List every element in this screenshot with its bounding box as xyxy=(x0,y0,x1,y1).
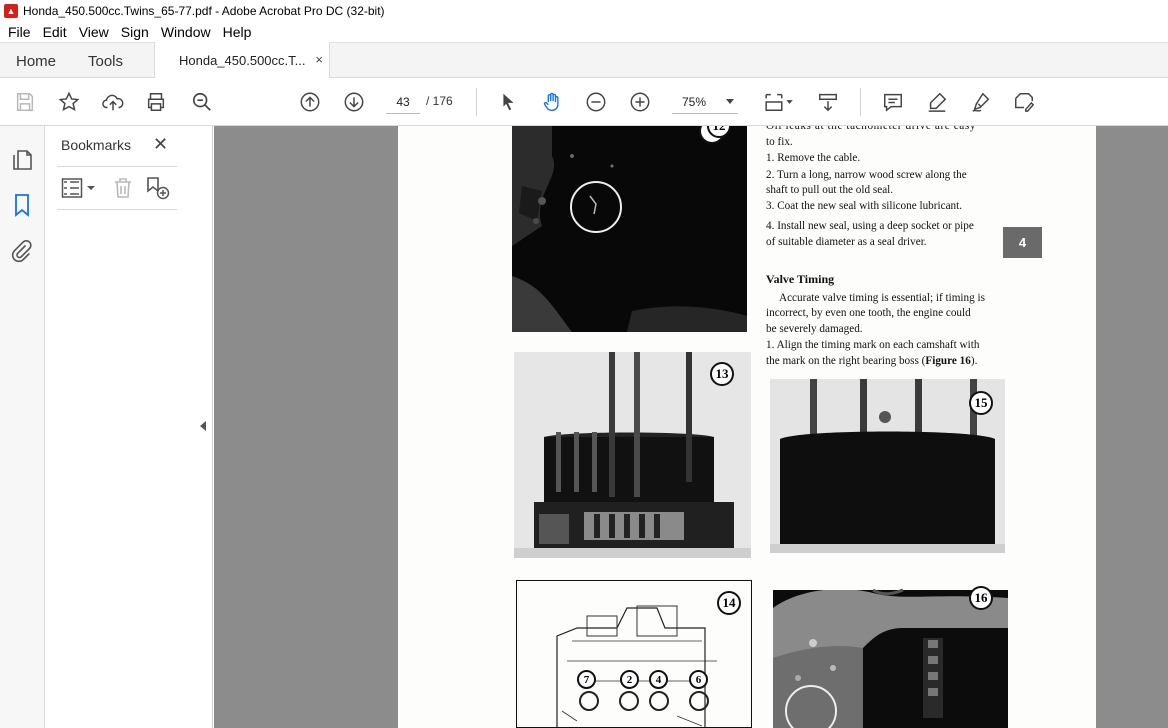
section-heading: Valve Timing xyxy=(766,272,835,286)
star-icon[interactable] xyxy=(57,90,81,114)
tab-home[interactable]: Home xyxy=(16,43,56,79)
select-cursor-icon[interactable] xyxy=(496,90,520,114)
zoom-in-icon[interactable] xyxy=(628,90,652,114)
next-page-icon[interactable] xyxy=(342,90,366,114)
print-icon[interactable] xyxy=(144,90,168,114)
pdf-page: 12 Oil leaks at the tachometer drive are… xyxy=(398,126,1096,728)
menu-sign[interactable]: Sign xyxy=(117,24,153,40)
close-panel-icon[interactable]: ✕ xyxy=(153,135,168,153)
callout-6: 6 xyxy=(689,670,708,689)
delete-bookmark-icon[interactable] xyxy=(111,176,135,200)
bookmark-options-icon[interactable] xyxy=(61,176,97,200)
figure-badge-15: 15 xyxy=(969,391,993,415)
tab-bar: Home Tools Honda_450.500cc.T... × xyxy=(0,42,1168,79)
zoom-search-icon[interactable] xyxy=(190,90,214,114)
chevron-down-icon xyxy=(726,99,734,104)
save-icon[interactable] xyxy=(13,90,37,114)
callout-4: 4 xyxy=(649,670,668,689)
divider xyxy=(57,209,177,210)
zoom-level-select[interactable]: 75% xyxy=(672,90,738,114)
fill-sign-icon[interactable] xyxy=(1012,90,1036,114)
title-bar: ▲ Honda_450.500cc.Twins_65-77.pdf - Adob… xyxy=(0,0,1168,22)
page-number-input[interactable] xyxy=(386,90,420,114)
step-2-cont: shaft to pull out the old seal. xyxy=(766,184,894,196)
chapter-tab: 4 xyxy=(1003,227,1042,258)
sign-pen-icon[interactable] xyxy=(969,90,993,114)
valve-timing-section: Valve Timing Accurate valve timing is es… xyxy=(766,272,1002,369)
paragraph-line: be severely damaged. xyxy=(766,322,863,335)
zoom-out-icon[interactable] xyxy=(584,90,608,114)
callout-2: 2 xyxy=(620,670,639,689)
attachment-icon[interactable] xyxy=(10,239,34,263)
collapse-panel-icon[interactable] xyxy=(200,421,206,431)
bookmarks-title: Bookmarks xyxy=(61,137,132,153)
close-tab-icon[interactable]: × xyxy=(315,52,323,67)
step-1: 1. Remove the cable. xyxy=(766,152,861,164)
menu-edit[interactable]: Edit xyxy=(39,24,71,40)
new-bookmark-icon[interactable] xyxy=(145,176,171,200)
previous-page-icon[interactable] xyxy=(298,90,322,114)
figure-badge-14: 14 xyxy=(717,591,741,615)
figure-14-diagram: 14 7 2 4 6 xyxy=(516,580,752,728)
text-line: to fix. xyxy=(766,135,793,148)
tab-document[interactable]: Honda_450.500cc.T... × xyxy=(154,42,330,79)
toolbar-divider xyxy=(860,88,861,116)
bookmarks-panel: Bookmarks ✕ xyxy=(45,126,213,728)
step-align-text: the mark on the right bearing boss ( xyxy=(766,354,926,367)
step-4-cont: of suitable diameter as a seal driver. xyxy=(766,235,927,248)
repair-text-block: Oil leaks at the tachometer drive are ea… xyxy=(766,126,1002,250)
step-align: 1. Align the timing mark on each camshaf… xyxy=(766,339,980,351)
text-partial-line: Oil leaks at the tachometer drive are ea… xyxy=(766,126,977,132)
menu-bar: File Edit View Sign Window Help xyxy=(0,22,1168,42)
hand-tool-icon[interactable] xyxy=(540,90,564,114)
step-align-end: ). xyxy=(970,354,978,367)
paragraph-line: incorrect, by even one tooth, the engine… xyxy=(766,307,971,319)
figure-15-photo: 15 xyxy=(770,379,1005,553)
menu-view[interactable]: View xyxy=(75,24,113,40)
tab-document-label: Honda_450.500cc.T... xyxy=(179,53,306,68)
window-title: Honda_450.500cc.Twins_65-77.pdf - Adobe … xyxy=(23,4,385,18)
page-thumbnails-icon[interactable] xyxy=(10,148,34,172)
menu-window[interactable]: Window xyxy=(157,24,215,40)
upload-cloud-icon[interactable] xyxy=(101,90,125,114)
comment-icon[interactable] xyxy=(881,90,905,114)
figure-12-photo: 12 xyxy=(512,126,747,332)
figure-13-photo: 13 xyxy=(514,352,751,558)
toolbar: / 176 75% xyxy=(0,78,1168,126)
zoom-level-value: 75% xyxy=(682,94,707,109)
step-align-cont: the mark on the right bearing boss (Figu… xyxy=(766,354,1002,370)
acrobat-app-icon: ▲ xyxy=(4,4,18,18)
step-4: 4. Install new seal, using a deep socket… xyxy=(766,220,974,232)
scroll-mode-icon[interactable] xyxy=(816,90,840,114)
highlight-pen-icon[interactable] xyxy=(925,90,949,114)
figure-16-photo: 16 xyxy=(773,578,1008,728)
figure-badge-16: 16 xyxy=(969,586,993,610)
toolbar-divider xyxy=(476,88,477,116)
menu-help[interactable]: Help xyxy=(219,24,256,40)
paragraph-line: Accurate valve timing is essential; if t… xyxy=(779,291,985,304)
document-view[interactable]: 12 Oil leaks at the tachometer drive are… xyxy=(214,126,1168,728)
divider xyxy=(57,166,177,167)
tab-tools[interactable]: Tools xyxy=(88,43,123,79)
callout-7: 7 xyxy=(577,670,596,689)
figure-badge-13: 13 xyxy=(710,362,734,386)
page-total: / 176 xyxy=(426,94,453,108)
figure-reference: Figure 16 xyxy=(925,354,971,367)
bookmark-icon[interactable] xyxy=(10,193,34,217)
page-display-icon[interactable] xyxy=(762,90,796,114)
step-3: 3. Coat the new seal with silicone lubri… xyxy=(766,199,963,212)
menu-file[interactable]: File xyxy=(4,24,35,40)
step-2: 2. Turn a long, narrow wood screw along … xyxy=(766,168,967,181)
navigation-pane xyxy=(0,126,45,728)
